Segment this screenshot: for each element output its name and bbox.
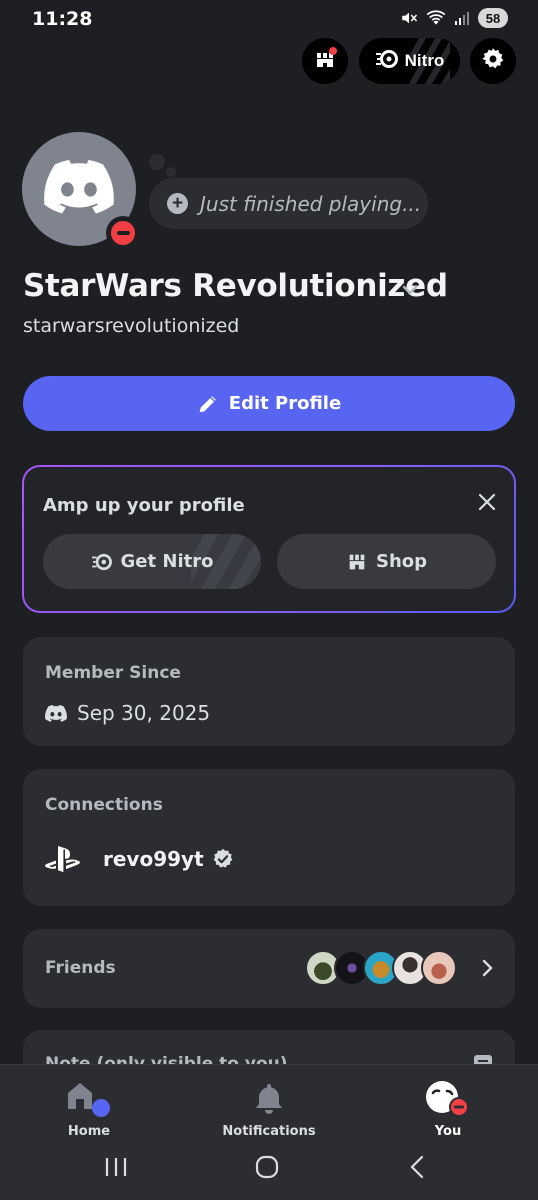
custom-status-bubble[interactable]: + Just finished playing...: [149, 178, 428, 229]
status-icons: 58: [400, 8, 508, 28]
shop-icon: [313, 46, 337, 76]
edit-profile-button[interactable]: Edit Profile: [23, 376, 515, 431]
member-since-row: Sep 30, 2025: [45, 701, 210, 725]
thought-dot: [166, 167, 176, 177]
mute-icon: [400, 9, 418, 27]
friends-label: Friends: [45, 958, 116, 978]
member-since-card: Member Since Sep 30, 2025: [23, 637, 515, 746]
connection-item[interactable]: revo99yt: [45, 845, 234, 873]
amp-up-card: Amp up your profile Get Nitro Shop: [22, 465, 516, 613]
nitro-icon: [91, 553, 113, 571]
back-icon[interactable]: [408, 1155, 426, 1184]
nav-home[interactable]: Home: [29, 1065, 149, 1145]
shop-label: Shop: [375, 551, 428, 572]
nitro-label: Nitro: [404, 51, 445, 70]
friend-avatar: [421, 950, 457, 986]
connections-card: Connections revo99yt: [23, 769, 515, 906]
user-avatar-icon: [425, 1079, 471, 1119]
wifi-icon: [426, 9, 446, 27]
status-time: 11:28: [32, 8, 93, 30]
chevron-down-icon[interactable]: [402, 282, 418, 300]
shop-icon: [346, 551, 368, 573]
friends-card[interactable]: Friends: [23, 929, 515, 1008]
nav-notifications-label: Notifications: [222, 1124, 316, 1139]
status-text: Just finished playing...: [200, 191, 422, 216]
member-since-label: Member Since: [45, 663, 181, 683]
pencil-icon: [197, 393, 219, 415]
nav-you[interactable]: You: [388, 1065, 508, 1145]
get-nitro-label: Get Nitro: [120, 551, 214, 572]
playstation-icon: [45, 845, 81, 873]
chevron-right-icon: [481, 959, 493, 982]
thought-dot: [149, 154, 165, 170]
add-status-icon: +: [167, 193, 188, 214]
discord-logo-icon: [44, 159, 114, 219]
verified-badge-icon: [212, 848, 234, 870]
battery-icon: 58: [478, 8, 508, 28]
shop-button[interactable]: Shop: [277, 534, 496, 589]
gear-icon: [480, 46, 506, 77]
connections-label: Connections: [45, 795, 163, 815]
home-circle-icon[interactable]: [255, 1155, 279, 1184]
shop-top-button[interactable]: [302, 38, 348, 84]
amp-title: Amp up your profile: [43, 495, 245, 516]
nav-notifications[interactable]: Notifications: [209, 1065, 329, 1145]
connection-name: revo99yt: [103, 847, 204, 871]
bottom-nav: Home Notifications You: [0, 1064, 538, 1144]
system-nav-bar: [0, 1144, 538, 1200]
dnd-icon: [111, 221, 135, 245]
username: starwarsrevolutionized: [23, 315, 240, 337]
settings-button[interactable]: [470, 38, 516, 84]
friend-avatars: [305, 950, 457, 986]
member-since-date: Sep 30, 2025: [77, 701, 211, 725]
dnd-status-indicator: [106, 216, 140, 250]
edit-profile-label: Edit Profile: [228, 393, 342, 414]
nav-you-label: You: [434, 1124, 462, 1139]
close-icon[interactable]: [478, 493, 496, 516]
display-name[interactable]: StarWars Revolutionized: [23, 268, 448, 304]
status-bar: 11:28 58: [0, 0, 538, 36]
signal-icon: [454, 10, 470, 26]
discord-logo-icon: [45, 704, 67, 722]
bell-icon: [255, 1082, 283, 1116]
home-icon: [66, 1079, 112, 1119]
nav-home-label: Home: [67, 1124, 111, 1139]
nitro-icon: [375, 49, 399, 74]
nitro-top-button[interactable]: Nitro: [359, 38, 460, 84]
recent-apps-icon[interactable]: [104, 1156, 128, 1183]
get-nitro-button[interactable]: Get Nitro: [43, 534, 261, 589]
